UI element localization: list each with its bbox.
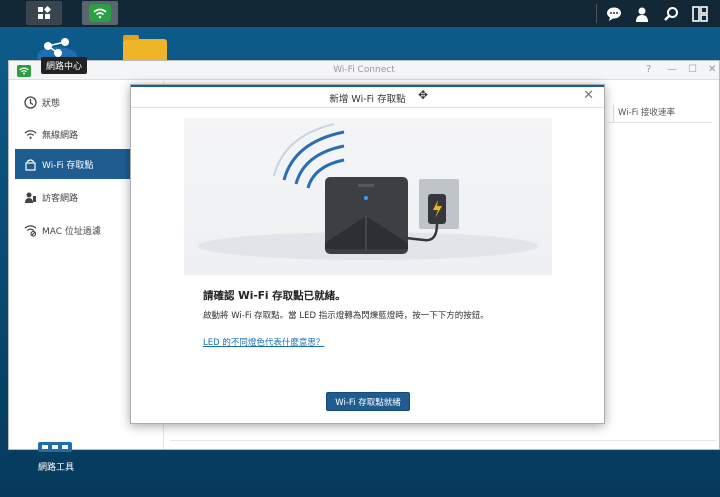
guest-icon xyxy=(23,190,37,204)
wifi-wave xyxy=(282,130,345,181)
close-icon[interactable]: ✕ xyxy=(583,88,594,103)
taskbar xyxy=(0,0,720,27)
user-icon[interactable] xyxy=(632,4,652,24)
mac-filter-icon xyxy=(23,223,37,237)
dialog-heading: 請確認 Wi-Fi 存取點已就緒。 xyxy=(203,290,346,302)
wifi-icon xyxy=(23,127,37,141)
network-tools-label: 網路工具 xyxy=(38,463,75,473)
wifi-icon xyxy=(89,4,111,22)
sidebar-item-label: 狀態 xyxy=(42,98,61,109)
search-icon[interactable] xyxy=(661,4,681,24)
minimize-button[interactable]: — xyxy=(667,64,677,75)
add-access-point-dialog: 新增 Wi-Fi 存取點 ✥ ✕ 請確認 Wi-Fi 存取點已就緒。 啟動將 W… xyxy=(130,84,605,424)
sidebar-item-status[interactable]: 狀態 xyxy=(15,87,131,117)
access-point-icon xyxy=(23,157,37,171)
column-header-rx-rate[interactable]: Wi-Fi 接收速率 xyxy=(613,105,713,122)
sidebar-item-access-point[interactable]: Wi-Fi 存取點 xyxy=(15,149,131,179)
dialog-divider xyxy=(131,107,604,108)
main-menu-button[interactable] xyxy=(26,1,62,25)
sidebar-item-label: MAC 位址過濾 xyxy=(42,226,101,237)
status-icon xyxy=(23,95,37,109)
help-button[interactable]: ? xyxy=(646,64,651,75)
taskbar-wifi-connect[interactable] xyxy=(82,1,118,25)
move-cursor-icon: ✥ xyxy=(418,88,429,102)
dialog-instructions: 啟動將 Wi-Fi 存取點。當 LED 指示燈轉為閃爍藍燈時，按一下下方的按鈕。 xyxy=(203,311,489,321)
folder-icon[interactable] xyxy=(123,35,167,61)
sidebar-item-label: 無線網路 xyxy=(42,130,79,141)
network-tools-icon[interactable] xyxy=(36,442,74,456)
network-center-label: 網路中心 xyxy=(41,57,88,74)
led-color-help-link[interactable]: LED 的不同燈色代表什麼意思？ xyxy=(203,336,324,348)
sidebar-item-mac-filter[interactable]: MAC 位址過濾 xyxy=(15,215,131,245)
dialog-title: 新增 Wi-Fi 存取點 xyxy=(329,94,406,105)
access-point-ready-button[interactable]: Wi-Fi 存取點就緒 xyxy=(326,392,410,411)
window-title: Wi-Fi Connect xyxy=(333,65,395,75)
grid-icon xyxy=(38,6,51,19)
widgets-icon[interactable] xyxy=(690,4,710,24)
taskbar-separator xyxy=(596,4,597,23)
table-divider xyxy=(607,122,712,123)
table-divider xyxy=(170,440,716,441)
dialog-accent-bar xyxy=(131,85,604,87)
close-window-button[interactable]: ✕ xyxy=(708,64,716,75)
access-point-illustration xyxy=(184,118,552,275)
sidebar-item-label: 訪客網路 xyxy=(42,193,79,204)
sidebar-item-wireless[interactable]: 無線網路 xyxy=(15,119,131,149)
window-titlebar[interactable]: Wi-Fi Connect ? — ☐ ✕ xyxy=(9,61,719,80)
maximize-button[interactable]: ☐ xyxy=(688,64,697,75)
sidebar-item-label: Wi-Fi 存取點 xyxy=(42,160,94,171)
sidebar-item-guest[interactable]: 訪客網路 xyxy=(15,182,131,212)
chat-icon[interactable] xyxy=(604,4,624,24)
